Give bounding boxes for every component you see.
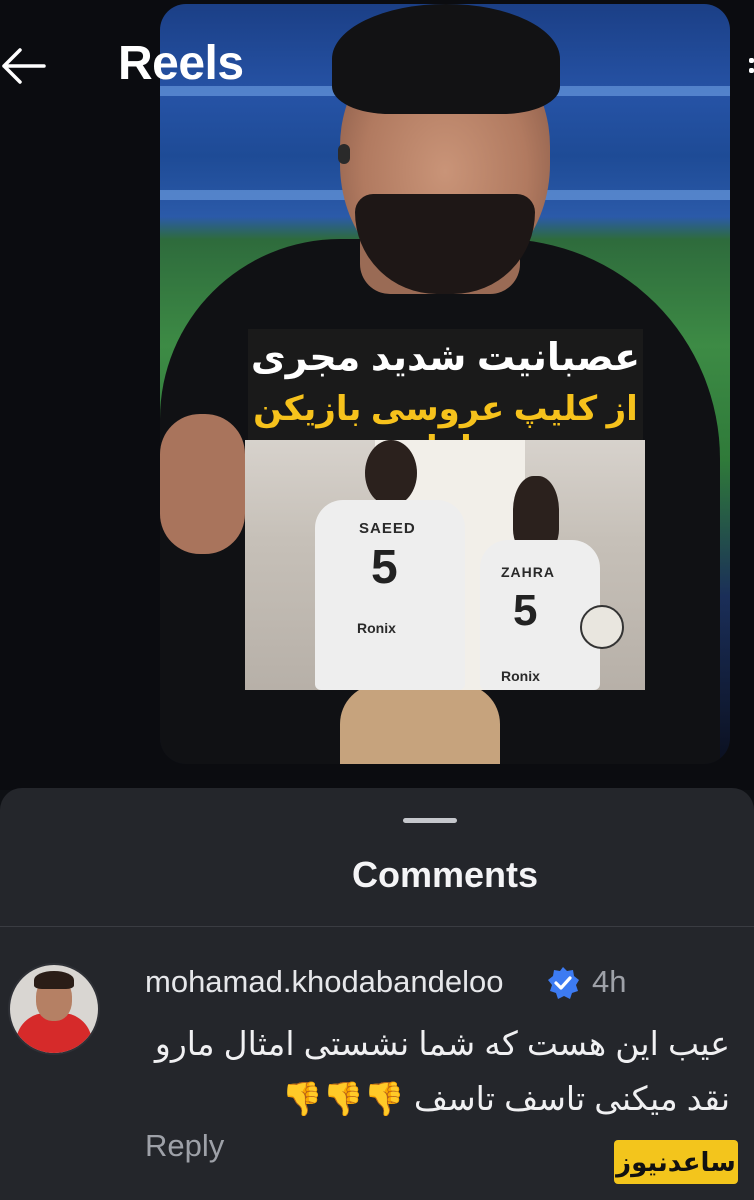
jersey-brand-her: Ronix (501, 668, 540, 684)
drag-handle[interactable] (403, 818, 457, 823)
arrow-left-icon (2, 48, 46, 84)
football (580, 605, 624, 649)
page-title: Reels (118, 37, 244, 90)
jersey-name-him: SAEED (359, 520, 416, 537)
verified-badge-icon (548, 967, 579, 999)
presenter-hand (160, 414, 245, 554)
avatar[interactable] (8, 963, 100, 1055)
jersey-number-him: 5 (371, 541, 398, 594)
presenter-hair (332, 4, 560, 114)
presenter-arm (340, 684, 500, 764)
inset-photo: SAEED 5 Ronix ZAHRA 5 Ronix (245, 440, 645, 690)
jersey-brand-him: Ronix (357, 620, 396, 636)
comment-line-1: عیب این هست که شما نشستی امثال مارو (154, 1025, 730, 1062)
back-button[interactable] (0, 44, 48, 88)
earpiece (338, 144, 350, 164)
groom-head (365, 440, 417, 506)
comments-title: Comments (351, 854, 539, 895)
headline-overlay: عصبانیت شدید مجری از کلیپ عروسی بازیکن م… (248, 329, 643, 468)
divider (0, 926, 754, 927)
avatar-hair (34, 971, 74, 989)
jersey-number-her: 5 (513, 586, 538, 635)
more-icon[interactable] (743, 56, 754, 80)
site-watermark: ساعدنیوز (614, 1140, 738, 1184)
jersey-name-her: ZAHRA (501, 564, 555, 580)
comment-line-2: نقد میکنی تاسف تاسف 👎👎👎 (281, 1080, 730, 1117)
reel-video[interactable]: عصبانیت شدید مجری از کلیپ عروسی بازیکن م… (160, 4, 730, 764)
reply-button[interactable]: Reply (145, 1128, 224, 1164)
comment-timestamp: 4h (592, 964, 627, 999)
comment-username[interactable]: mohamad.khodabandeloo (145, 964, 504, 1000)
comment-body: عیب این هست که شما نشستی امثال مارو نقد … (140, 1016, 730, 1126)
headline-line-1: عصبانیت شدید مجری (250, 337, 641, 379)
